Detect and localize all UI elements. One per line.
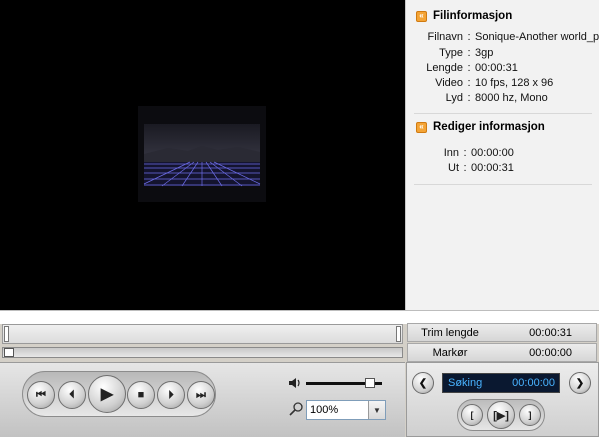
seek-label: Søking [448, 377, 483, 389]
mark-in-icon: [ [470, 410, 474, 420]
marker-label: Markør [432, 346, 468, 359]
seek-forward-button[interactable]: ❯ [569, 372, 591, 394]
info-key: Filnavn [427, 31, 463, 43]
skip-end-button[interactable]: ⏭ [187, 381, 215, 409]
info-key: Inn [443, 147, 459, 159]
next-frame-button[interactable]: ⏵ [157, 381, 185, 409]
trim-start-handle[interactable] [4, 326, 9, 342]
info-key: Video [435, 77, 463, 89]
trim-length-value: 00:00:31 [529, 326, 572, 339]
edit-info-title: Rediger informasjon [433, 121, 545, 133]
file-info-title: Filinformasjon [433, 10, 513, 22]
marker-row: Markør 00:00:00 [407, 343, 597, 362]
skip-start-button[interactable]: ⏮ [27, 381, 55, 409]
step-back-icon: ⏴ [69, 388, 75, 401]
trim-length-row: Trim lengde 00:00:31 [407, 323, 597, 342]
separator-strip [0, 310, 599, 324]
info-value: 3gp [475, 47, 494, 59]
trim-end-handle[interactable] [396, 326, 401, 342]
zoom-value: 100% [310, 404, 339, 416]
info-value: 00:00:00 [471, 147, 514, 159]
chevron-left-icon: ❮ [418, 377, 428, 389]
trim-track[interactable] [2, 324, 403, 344]
divider [414, 184, 592, 185]
skip-start-icon: ⏮ [36, 388, 46, 401]
info-value: Sonique-Another world_p2 [475, 31, 599, 43]
play-button[interactable]: ▶ [88, 375, 126, 413]
info-key: Lyd [445, 92, 463, 104]
info-key: Ut [448, 162, 459, 174]
info-row-video: Video: 10 fps, 128 x 96 [406, 77, 599, 89]
divider [414, 113, 592, 114]
marker-value: 00:00:00 [529, 346, 572, 359]
play-selection-icon: [▶] [493, 409, 509, 422]
collapse-icon[interactable]: « [416, 10, 427, 22]
edit-info-header[interactable]: « Rediger informasjon [416, 121, 545, 133]
stop-button[interactable]: ■ [127, 381, 155, 409]
info-value: 00:00:31 [475, 62, 518, 74]
seek-bar[interactable] [2, 347, 403, 358]
info-panel: « Filinformasjon Filnavn: Sonique-Anothe… [405, 0, 599, 310]
info-row-audio: Lyd: 8000 hz, Mono [406, 92, 599, 104]
seek-display: Søking 00:00:00 [442, 373, 560, 393]
play-icon: ▶ [100, 386, 114, 403]
edit-row-out: Ut: 00:00:31 [406, 162, 599, 174]
zoom-icon [288, 402, 304, 416]
info-value: 8000 hz, Mono [475, 92, 548, 104]
previous-frame-button[interactable]: ⏴ [58, 381, 86, 409]
info-value: 00:00:31 [471, 162, 514, 174]
chevron-down-icon[interactable]: ▼ [368, 401, 385, 419]
play-selection-button[interactable]: [▶] [487, 401, 515, 429]
info-row-type: Type: 3gp [406, 47, 599, 59]
speaker-icon[interactable] [288, 376, 302, 390]
zoom-select[interactable]: 100% ▼ [306, 400, 386, 420]
step-forward-icon: ⏵ [168, 388, 174, 401]
seek-knob[interactable] [4, 348, 14, 357]
seek-time: 00:00:00 [512, 377, 555, 389]
mark-in-button[interactable]: [ [461, 404, 483, 426]
file-info-header[interactable]: « Filinformasjon [416, 10, 512, 22]
info-key: Type [439, 47, 463, 59]
mark-out-icon: ] [528, 410, 532, 420]
info-key: Lengde [426, 62, 463, 74]
mark-out-button[interactable]: ] [519, 404, 541, 426]
edit-row-in: Inn: 00:00:00 [406, 147, 599, 159]
volume-knob[interactable] [365, 378, 376, 388]
video-preview [0, 0, 405, 310]
skip-end-icon: ⏭ [196, 388, 206, 401]
stop-icon: ■ [137, 389, 145, 401]
info-row-length: Lengde: 00:00:31 [406, 62, 599, 74]
info-value: 10 fps, 128 x 96 [475, 77, 554, 89]
seek-back-button[interactable]: ❮ [412, 372, 434, 394]
video-thumbnail [138, 106, 266, 202]
chevron-right-icon: ❯ [575, 377, 585, 389]
info-row-filename: Filnavn: Sonique-Another world_p2 [406, 31, 599, 43]
collapse-icon[interactable]: « [416, 121, 427, 133]
trim-length-label: Trim lengde [421, 326, 479, 339]
